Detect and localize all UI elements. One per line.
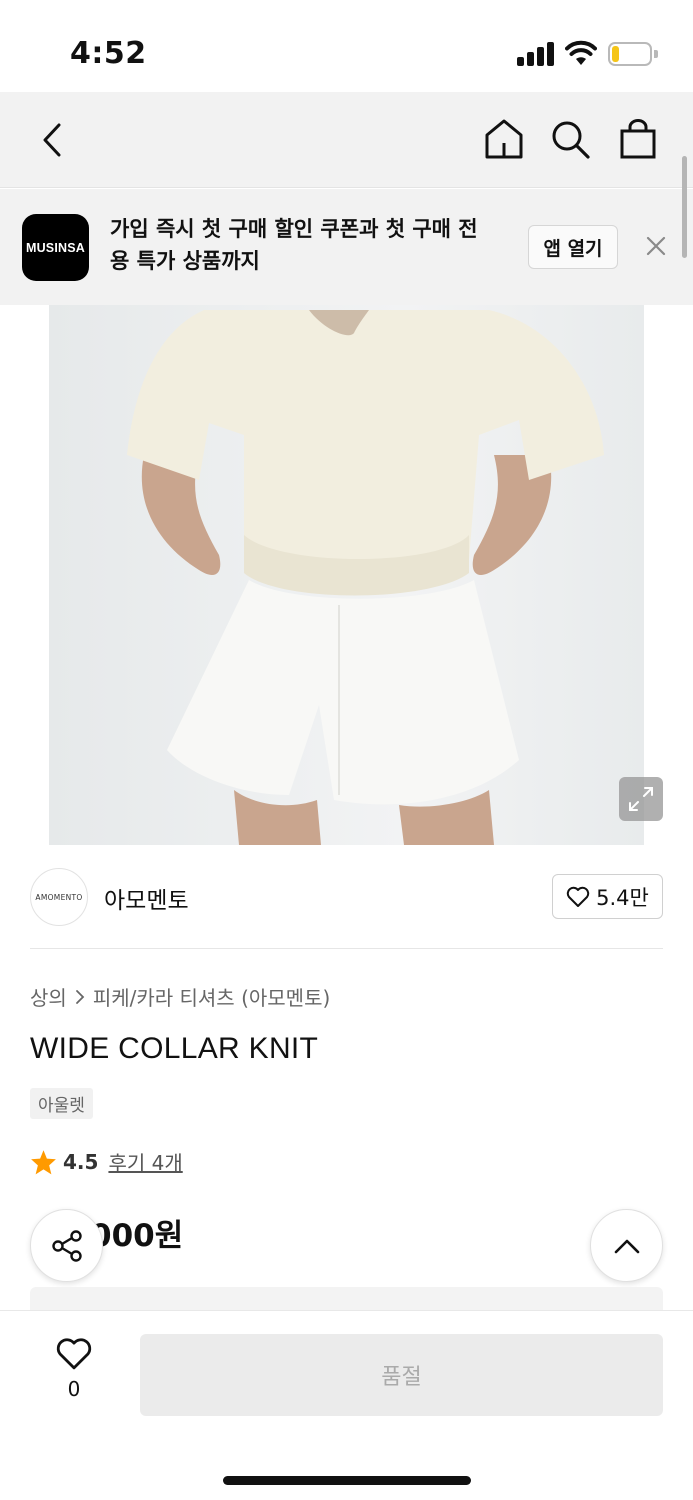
app-install-banner: MUSINSA 가입 즉시 첫 구매 할인 쿠폰과 첫 구매 전 용 특가 상품… (0, 189, 693, 305)
shopping-bag-icon[interactable] (619, 118, 657, 160)
breadcrumb-subcategory[interactable]: 피케/카라 티셔츠 (아모멘토) (93, 982, 330, 1011)
heart-outline-icon (56, 1338, 92, 1370)
wishlist-button[interactable]: 0 (48, 1337, 100, 1407)
expand-icon (629, 787, 653, 811)
rating-row: 4.5 후기 4개 (30, 1147, 183, 1176)
brand-like-button[interactable]: 5.4만 (552, 874, 663, 919)
brand-like-count: 5.4만 (596, 885, 649, 910)
home-indicator (223, 1476, 471, 1485)
product-image[interactable] (49, 305, 644, 845)
soldout-button[interactable]: 품절 (140, 1334, 663, 1416)
rating-score: 4.5 (63, 1149, 99, 1174)
star-icon (31, 1149, 56, 1174)
status-bar: 4:52 (0, 0, 693, 92)
brand-logo[interactable]: AMOMENTO (30, 868, 88, 926)
heart-outline-icon (566, 886, 590, 907)
outlet-tag: 아울렛 (30, 1088, 93, 1119)
chevron-right-icon (75, 989, 85, 1004)
cellular-signal-icon (517, 42, 555, 66)
top-nav-bar (0, 92, 693, 188)
share-button[interactable] (30, 1209, 103, 1282)
musinsa-logo: MUSINSA (22, 214, 89, 281)
brand-row: AMOMENTO 아모멘토 5.4만 (0, 845, 693, 950)
product-photo-illustration (127, 310, 604, 845)
price-value: 000원 (90, 1218, 184, 1254)
breadcrumb-category[interactable]: 상의 (30, 982, 67, 1011)
wishlist-count: 0 (67, 1377, 81, 1401)
chevron-up-icon (614, 1239, 639, 1253)
product-title: WIDE COLLAR KNIT (30, 1032, 319, 1065)
breadcrumb: 상의 피케/카라 티셔츠 (아모멘토) (30, 982, 330, 1011)
scroll-top-button[interactable] (590, 1209, 663, 1282)
banner-message-line2: 용 특가 상품까지 (110, 249, 260, 273)
search-icon[interactable] (551, 120, 591, 160)
home-icon[interactable] (484, 118, 524, 160)
close-icon[interactable] (644, 234, 668, 258)
banner-message-line1: 가입 즉시 첫 구매 할인 쿠폰과 첫 구매 전 (110, 217, 478, 241)
wifi-icon (565, 40, 597, 65)
scrollbar-thumb[interactable] (682, 156, 687, 258)
bottom-action-bar: 0 품절 (0, 1310, 693, 1500)
battery-low-icon (608, 42, 658, 66)
divider (30, 948, 663, 949)
banner-message: 가입 즉시 첫 구매 할인 쿠폰과 첫 구매 전 용 특가 상품까지 (110, 213, 510, 277)
expand-image-button[interactable] (619, 777, 663, 821)
chevron-left-icon[interactable] (40, 122, 64, 158)
brand-name[interactable]: 아모멘토 (104, 881, 189, 915)
share-icon (51, 1229, 82, 1262)
review-link[interactable]: 후기 4개 (108, 1147, 182, 1176)
open-app-button[interactable]: 앱 열기 (528, 225, 618, 269)
status-time: 4:52 (70, 36, 147, 71)
